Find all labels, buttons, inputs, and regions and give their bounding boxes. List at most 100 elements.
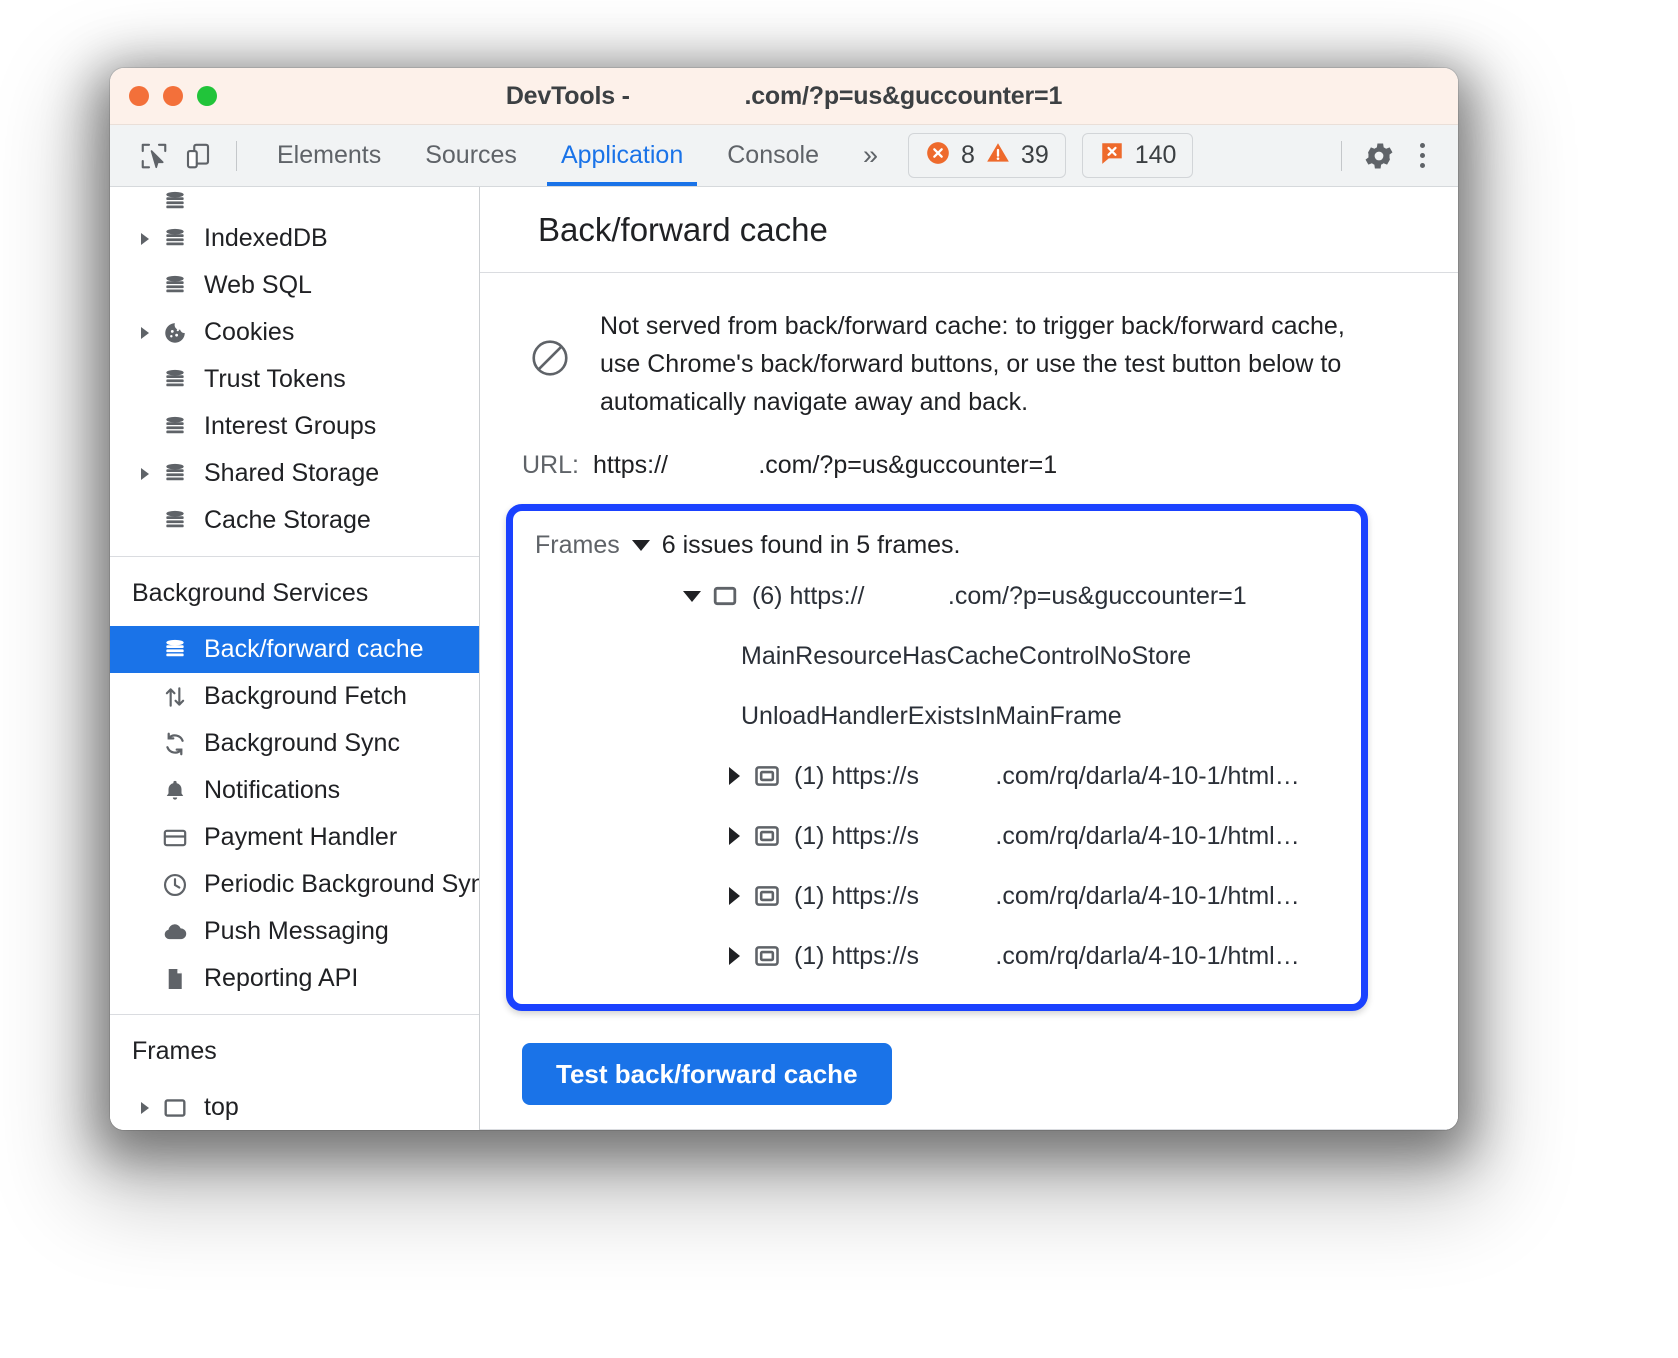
back-forward-cache-panel: Back/forward cache Not served from back/… <box>480 187 1458 1130</box>
sidebar-item-label: Cookies <box>204 318 295 346</box>
sidebar-item-indexeddb[interactable]: IndexedDB <box>110 215 479 262</box>
toolbar-right-group <box>1329 133 1440 179</box>
page-url-row: URL: https:// .com/?p=us&guccounter=1 <box>480 421 1458 480</box>
sidebar-item-cookies[interactable]: Cookies <box>110 309 479 356</box>
device-toolbar-icon[interactable] <box>176 134 220 178</box>
sidebar-item-push-messaging[interactable]: Push Messaging <box>110 908 479 955</box>
sidebar-item-label: Web SQL <box>204 271 312 299</box>
bfcache-status-notice: Not served from back/forward cache: to t… <box>480 307 1458 421</box>
database-icon <box>158 189 192 215</box>
frame-tree-row-child[interactable]: (1) https://s .com/rq/darla/4-10-1/html… <box>513 926 1361 986</box>
frame-tree-row-child[interactable]: (1) https://s .com/rq/darla/4-10-1/html… <box>513 866 1361 926</box>
frame-url-redacted <box>919 822 995 850</box>
toolbar-divider <box>236 140 237 171</box>
sidebar-section-background-services: Background Services <box>132 579 369 607</box>
url-suffix: .com/?p=us&guccounter=1 <box>758 451 1058 479</box>
sidebar-scroll-area[interactable]: IndexedDB Web SQL Cookies Trust Tokens I… <box>110 187 479 1130</box>
chevron-right-icon[interactable] <box>132 1100 158 1116</box>
sidebar-item-label: Interest Groups <box>204 412 377 440</box>
frame-tree-reason-row[interactable]: MainResourceHasCacheControlNoStore <box>513 626 1361 686</box>
console-counts-badge[interactable]: 8 39 <box>908 133 1066 178</box>
frame-issue-count: (1) <box>793 941 825 970</box>
test-back-forward-cache-button[interactable]: Test back/forward cache <box>522 1043 892 1105</box>
sidebar-frames-group: top <box>110 1084 479 1130</box>
sidebar-item-reporting-api[interactable]: Reporting API <box>110 955 479 1002</box>
clock-icon <box>158 872 192 898</box>
sidebar-item-trust-tokens[interactable]: Trust Tokens <box>110 356 479 403</box>
frames-label: Frames <box>535 531 620 559</box>
frames-tree-header: Frames 6 issues found in 5 frames. <box>513 527 1361 566</box>
bfcache-status-text: Not served from back/forward cache: to t… <box>600 312 1345 416</box>
sidebar-section-frames: Frames <box>132 1037 217 1065</box>
frame-tree-row-child-text: (1) https://s .com/rq/darla/4-10-1/html… <box>787 762 1300 791</box>
sidebar-background-services-group: Back/forward cache Background Fetch Back… <box>110 626 479 1002</box>
sidebar-item-label: Periodic Background Sync <box>204 870 479 898</box>
tab-application[interactable]: Application <box>539 125 705 186</box>
application-sidebar[interactable]: IndexedDB Web SQL Cookies Trust Tokens I… <box>110 187 480 1130</box>
url-prefix: https:// <box>592 451 669 479</box>
sidebar-item-label: Push Messaging <box>204 917 389 945</box>
url-value: https:// .com/?p=us&guccounter=1 <box>593 451 1057 480</box>
sidebar-item-label: Background Fetch <box>204 682 407 710</box>
frame-url-prefix: https:// <box>789 581 865 610</box>
sidebar-item-cache-storage[interactable]: Cache Storage <box>110 497 479 544</box>
sidebar-item-label: Notifications <box>204 776 341 804</box>
frame-tree-row-child-text: (1) https://s .com/rq/darla/4-10-1/html… <box>787 882 1300 911</box>
iframe-icon <box>747 822 787 850</box>
tab-console[interactable]: Console <box>705 125 841 186</box>
frame-tree-reason-row[interactable]: UnloadHandlerExistsInMainFrame <box>513 686 1361 746</box>
frame-issue-count: (1) <box>793 821 825 850</box>
sidebar-item-background-fetch[interactable]: Background Fetch <box>110 673 479 720</box>
toolbar-divider-right <box>1341 140 1342 171</box>
chevron-down-icon[interactable] <box>679 590 705 602</box>
sidebar-item-clipped[interactable] <box>110 187 479 215</box>
gear-icon[interactable] <box>1356 133 1402 179</box>
frame-tree-row-main[interactable]: (6) https:// .com/?p=us&guccounter=1 <box>513 566 1361 626</box>
sidebar-item-notifications[interactable]: Notifications <box>110 767 479 814</box>
chevron-right-icon[interactable] <box>132 231 158 247</box>
sidebar-item-payment-handler[interactable]: Payment Handler <box>110 814 479 861</box>
tab-elements[interactable]: Elements <box>255 125 403 186</box>
frame-url-suffix: .com/rq/darla/4-10-1/html… <box>995 941 1300 970</box>
more-tabs-button[interactable]: » <box>841 142 900 169</box>
frame-url-redacted <box>919 942 995 970</box>
inspect-cursor-icon[interactable] <box>132 134 176 178</box>
iframe-icon <box>747 762 787 790</box>
chevron-right-icon[interactable] <box>721 767 747 785</box>
tab-elements-label: Elements <box>277 141 382 169</box>
frame-url-redacted <box>919 882 995 910</box>
chevron-right-glyph <box>728 827 740 845</box>
chevron-right-icon[interactable] <box>721 947 747 965</box>
chevron-right-glyph <box>728 767 740 785</box>
tab-sources[interactable]: Sources <box>403 125 539 186</box>
chevron-right-icon[interactable] <box>132 325 158 341</box>
sidebar-item-background-sync[interactable]: Background Sync <box>110 720 479 767</box>
kebab-menu-icon[interactable] <box>1404 133 1440 179</box>
sidebar-item-interest-groups[interactable]: Interest Groups <box>110 403 479 450</box>
chevron-right-icon[interactable] <box>721 887 747 905</box>
frame-url-redacted <box>865 582 948 610</box>
issues-badge[interactable]: 140 <box>1081 133 1194 178</box>
frame-tree-row-child-text: (1) https://s .com/rq/darla/4-10-1/html… <box>787 942 1300 971</box>
devtools-toolbar: Elements Sources Application Console » 8 <box>110 125 1458 187</box>
sidebar-item-back-forward-cache[interactable]: Back/forward cache <box>110 626 479 673</box>
bfcache-blocking-reason: UnloadHandlerExistsInMainFrame <box>741 701 1122 730</box>
chevron-down-icon[interactable] <box>631 540 650 551</box>
chevron-right-icon[interactable] <box>721 827 747 845</box>
chevron-right-icon[interactable] <box>132 466 158 482</box>
frame-url-redacted <box>919 762 995 790</box>
chevron-right-glyph <box>728 947 740 965</box>
database-icon <box>158 508 192 534</box>
sidebar-item-shared-storage[interactable]: Shared Storage <box>110 450 479 497</box>
frame-tree-row-child[interactable]: (1) https://s .com/rq/darla/4-10-1/html… <box>513 806 1361 866</box>
frames-summary: 6 issues found in 5 frames. <box>661 531 961 559</box>
database-icon <box>158 226 192 252</box>
frame-tree-row-child[interactable]: (1) https://s .com/rq/darla/4-10-1/html… <box>513 746 1361 806</box>
frame-url-prefix: https://s <box>831 881 920 910</box>
sidebar-item-periodic-background-sync[interactable]: Periodic Background Sync <box>110 861 479 908</box>
frame-url-prefix: https://s <box>831 761 920 790</box>
iframe-icon <box>747 882 787 910</box>
sidebar-item-top-frame[interactable]: top <box>110 1084 479 1130</box>
sidebar-item-label: Payment Handler <box>204 823 398 851</box>
sidebar-item-web-sql[interactable]: Web SQL <box>110 262 479 309</box>
